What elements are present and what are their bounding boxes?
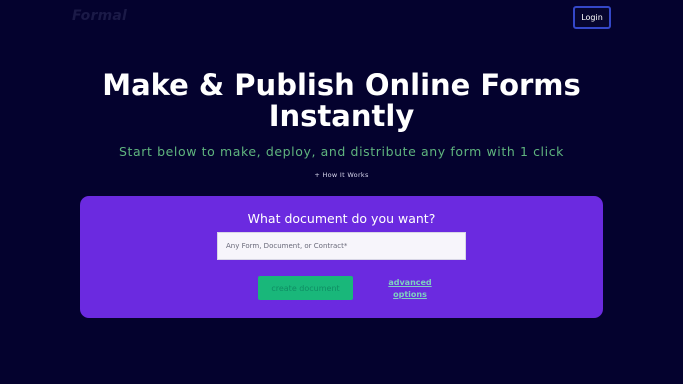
page-title: Make & Publish Online Forms Instantly bbox=[0, 70, 683, 132]
advanced-options-link[interactable]: advanced options bbox=[375, 277, 445, 301]
brand-logo[interactable]: Formal bbox=[72, 8, 127, 24]
document-request-panel: What document do you want? create docume… bbox=[80, 196, 603, 318]
page-title-line-2: Instantly bbox=[268, 99, 415, 133]
document-input[interactable] bbox=[217, 232, 466, 260]
create-document-button[interactable]: create document bbox=[258, 276, 353, 300]
how-it-works-link[interactable]: + How It Works bbox=[0, 171, 683, 179]
panel-title: What document do you want? bbox=[247, 211, 436, 226]
login-button[interactable]: Login bbox=[573, 6, 611, 29]
top-bar: Formal Login bbox=[0, 0, 683, 36]
page-title-line-1: Make & Publish Online Forms bbox=[102, 68, 581, 102]
page-subtitle: Start below to make, deploy, and distrib… bbox=[118, 144, 565, 159]
